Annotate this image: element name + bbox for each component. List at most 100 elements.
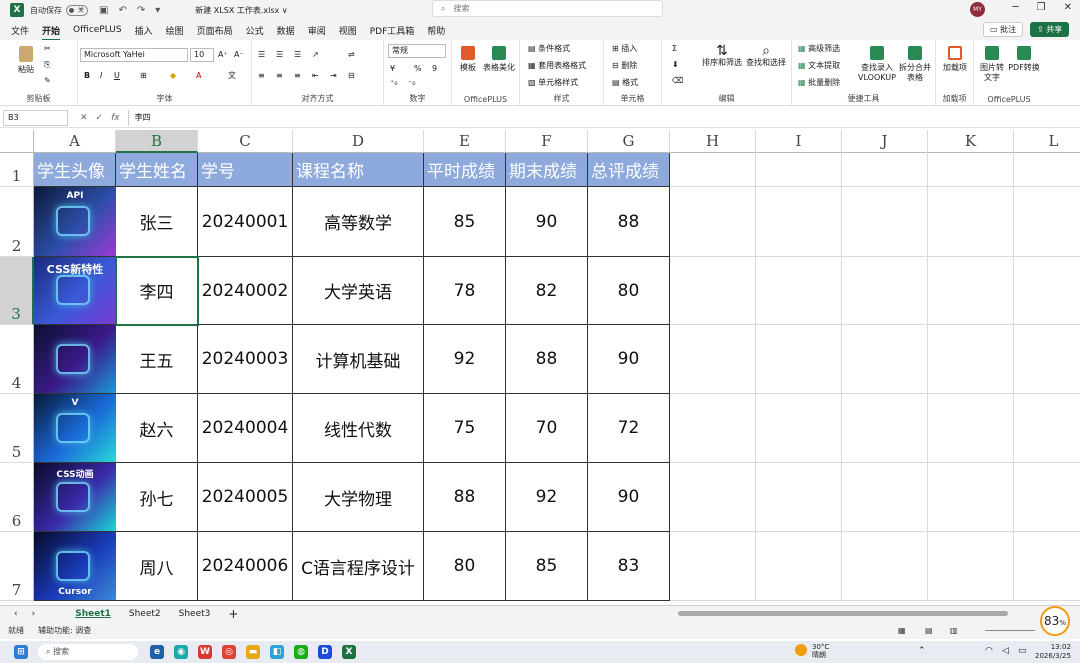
tab-help[interactable]: 帮助 (427, 24, 445, 37)
table-cell-id[interactable]: 20240005 (198, 463, 293, 532)
grid-cell[interactable] (1014, 463, 1080, 532)
save-icon[interactable]: ▣ (99, 5, 108, 16)
grid-cell[interactable] (670, 153, 756, 187)
redo-icon[interactable]: ↷ (137, 5, 145, 16)
grid-cell[interactable] (756, 394, 842, 463)
row-header-4[interactable]: 4 (0, 325, 34, 394)
tab-review[interactable]: 审阅 (308, 24, 326, 37)
number-format-select[interactable]: 常规 (388, 44, 446, 58)
grid-cell[interactable] (842, 187, 928, 257)
border-icon[interactable]: ⊞ (140, 71, 147, 81)
search-input[interactable]: ⌕ 搜索 (432, 0, 663, 17)
prev-sheet-icon[interactable]: ‹ (14, 609, 18, 619)
table-cell-total[interactable]: 90 (588, 325, 670, 394)
column-header-l[interactable]: L (1014, 130, 1080, 153)
addins-button[interactable]: 加载项 (942, 46, 968, 73)
grid-cell[interactable] (1014, 153, 1080, 187)
accessibility-status[interactable]: 辅助功能: 调查 (38, 625, 91, 636)
grid-cell[interactable] (756, 463, 842, 532)
wifi-icon[interactable]: ◠ (985, 646, 993, 656)
align-top-icon[interactable]: ☰ (258, 50, 265, 60)
tab-draw[interactable]: 绘图 (166, 24, 184, 37)
weather-icon[interactable] (795, 644, 807, 656)
text-extract-button[interactable]: ▦ 文本提取 (798, 61, 840, 71)
vlookup-button[interactable]: 查找录入 VLOOKUP (858, 46, 896, 83)
pdf-convert-button[interactable]: PDF转换 (1008, 46, 1040, 73)
table-cell-course[interactable]: 计算机基础 (293, 325, 424, 394)
table-cell-final[interactable]: 92 (506, 463, 588, 532)
row-header-5[interactable]: 5 (0, 394, 34, 463)
clear-icon[interactable]: ⌫ (672, 76, 683, 86)
close-icon[interactable]: ✕ (1064, 2, 1072, 13)
page-layout-icon[interactable]: ▤ (925, 626, 933, 635)
table-cell-name[interactable]: 孙七 (116, 463, 198, 532)
table-cell-usual[interactable]: 88 (424, 463, 506, 532)
table-cell-course[interactable]: 大学英语 (293, 257, 424, 325)
name-box[interactable]: B3 (3, 109, 68, 126)
tab-pdf-tools[interactable]: PDF工具箱 (370, 24, 415, 37)
row-header-2[interactable]: 2 (0, 187, 34, 257)
align-right-icon[interactable]: ≡ (294, 71, 301, 81)
tab-page-layout[interactable]: 页面布局 (197, 24, 233, 37)
wen-icon[interactable]: 文 (228, 71, 236, 81)
clock[interactable]: 13:02 2026/3/25 (1035, 643, 1071, 661)
tab-view[interactable]: 视图 (339, 24, 357, 37)
page-break-icon[interactable]: ▥ (950, 626, 958, 635)
insert-cells-button[interactable]: ⊞ 插入 (612, 44, 637, 54)
grid-cell[interactable] (928, 463, 1014, 532)
cancel-icon[interactable]: ✕ (80, 113, 88, 123)
autosave-toggle[interactable]: 关 (66, 4, 88, 16)
font-size-select[interactable]: 10 (190, 48, 214, 62)
table-header-cell[interactable]: 期末成绩 (506, 153, 588, 187)
table-format-button[interactable]: ▦ 套用表格格式 (528, 61, 586, 71)
horizontal-scrollbar[interactable] (678, 611, 1008, 616)
table-header-cell[interactable]: 课程名称 (293, 153, 424, 187)
tab-insert[interactable]: 插入 (135, 24, 153, 37)
table-cell-final[interactable]: 82 (506, 257, 588, 325)
grid-cell[interactable] (928, 153, 1014, 187)
table-cell-name[interactable]: 周八 (116, 532, 198, 601)
grid-cell[interactable] (842, 394, 928, 463)
grid-cell[interactable] (670, 325, 756, 394)
tray-chevron-icon[interactable]: ⌃ (918, 646, 926, 656)
split-merge-button[interactable]: 拆分合并表格 (898, 46, 932, 83)
underline-button[interactable]: U (114, 71, 120, 81)
column-header-i[interactable]: I (756, 130, 842, 153)
edge-icon[interactable]: e (150, 645, 164, 659)
table-cell-id[interactable]: 20240001 (198, 187, 293, 257)
undo-icon[interactable]: ↶ (118, 5, 126, 16)
zoom-slider[interactable] (985, 630, 1035, 631)
grid-cell[interactable] (928, 325, 1014, 394)
grid-cell[interactable] (756, 187, 842, 257)
table-beautify-button[interactable]: 表格美化 (482, 46, 516, 73)
zoom-indicator[interactable]: 83% (1040, 606, 1070, 636)
table-cell-final[interactable]: 88 (506, 325, 588, 394)
tab-formulas[interactable]: 公式 (246, 24, 264, 37)
indent-decrease-icon[interactable]: ⇤ (312, 71, 319, 81)
student-avatar-image[interactable]: CSS新特性 (34, 257, 116, 325)
column-header-k[interactable]: K (928, 130, 1014, 153)
table-cell-total[interactable]: 90 (588, 463, 670, 532)
grid-cell[interactable] (756, 257, 842, 325)
template-button[interactable]: 模板 (456, 46, 480, 73)
browser-icon[interactable]: ◉ (174, 645, 188, 659)
currency-icon[interactable]: ¥ (390, 64, 395, 74)
table-cell-usual[interactable]: 75 (424, 394, 506, 463)
table-header-cell[interactable]: 学生姓名 (116, 153, 198, 187)
table-cell-course[interactable]: 高等数学 (293, 187, 424, 257)
table-cell-name[interactable]: 张三 (116, 187, 198, 257)
align-middle-icon[interactable]: ☰ (276, 50, 283, 60)
table-cell-course[interactable]: 大学物理 (293, 463, 424, 532)
table-cell-usual[interactable]: 78 (424, 257, 506, 325)
user-avatar[interactable]: MY (970, 2, 985, 17)
grid-cell[interactable] (1014, 532, 1080, 601)
increase-font-icon[interactable]: A⁺ (218, 50, 228, 60)
column-header-f[interactable]: F (506, 130, 588, 153)
table-cell-id[interactable]: 20240002 (198, 257, 293, 325)
column-header-h[interactable]: H (670, 130, 756, 153)
sheet-tab-2[interactable]: Sheet2 (129, 609, 161, 619)
cell-style-button[interactable]: ▧ 单元格样式 (528, 78, 578, 88)
taskbar-search[interactable]: ⌕ 搜索 (38, 644, 138, 660)
grid-cell[interactable] (928, 257, 1014, 325)
wrap-text-icon[interactable]: ⇌ (348, 50, 355, 60)
